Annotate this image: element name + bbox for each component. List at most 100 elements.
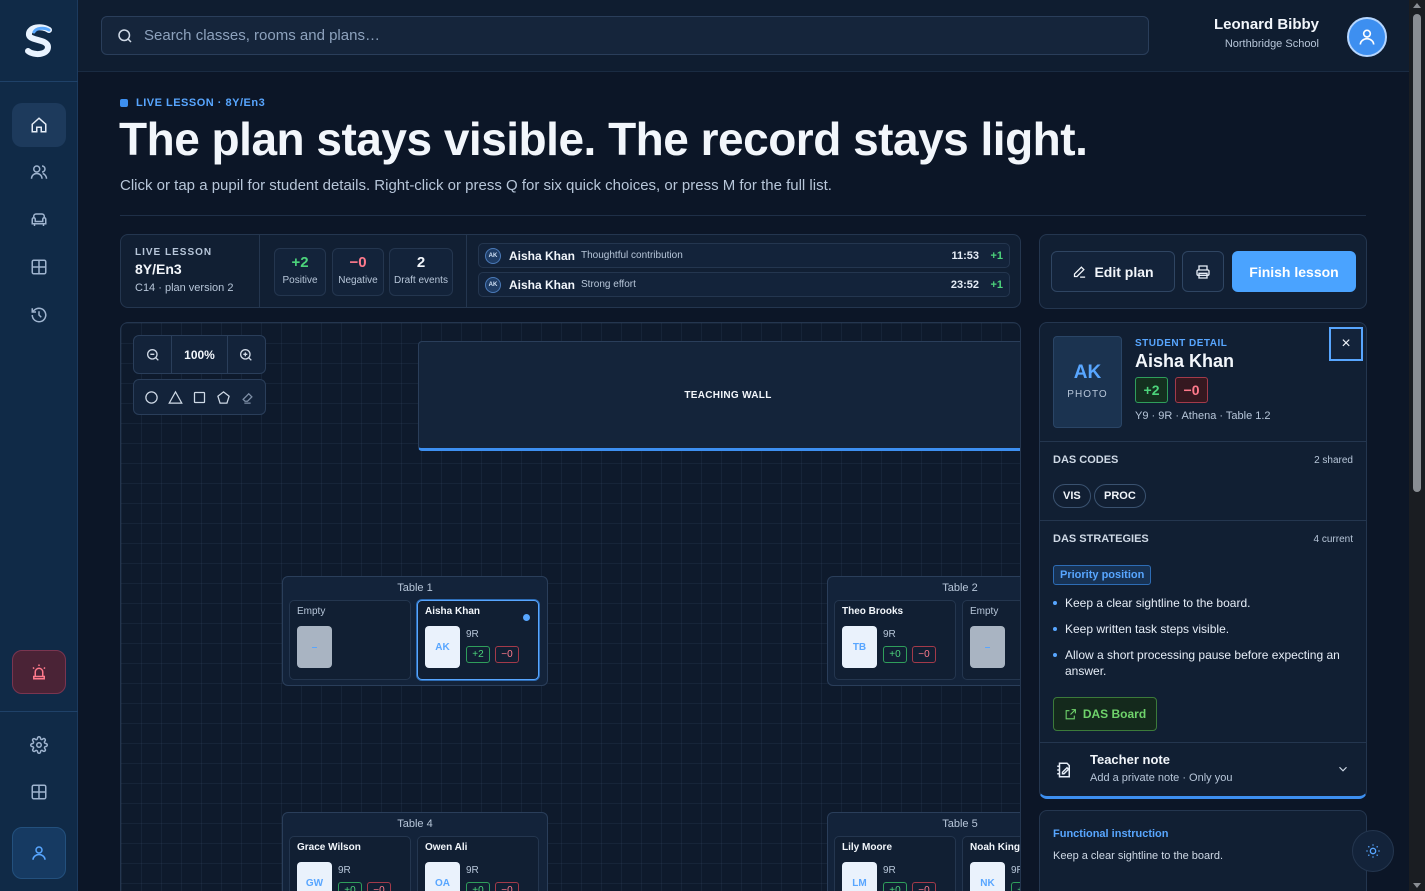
seat-photo: GW	[297, 862, 332, 891]
nav-rooms[interactable]	[12, 198, 66, 242]
table-group[interactable]: Table 1 Empty – Aisha Khan AK 9R +2 −0	[282, 576, 548, 686]
nav-profile[interactable]	[12, 827, 66, 879]
seat-name: Lily Moore	[842, 842, 893, 853]
app-logo[interactable]	[0, 0, 78, 82]
das-board-button[interactable]: DAS Board	[1053, 697, 1157, 731]
event-note: Strong effort	[581, 279, 636, 290]
nav-apps[interactable]	[12, 770, 66, 814]
seat-photo: LM	[842, 862, 877, 891]
seat-name: Owen Ali	[425, 842, 468, 853]
nav-alert[interactable]	[12, 650, 66, 694]
seat-positive[interactable]: +0	[883, 646, 907, 663]
seat-negative[interactable]: −0	[912, 882, 936, 891]
section-divider	[1040, 441, 1366, 442]
seat-group: 9R	[466, 865, 479, 876]
das-code-chip[interactable]: PROC	[1094, 484, 1146, 508]
scroll-up-arrow[interactable]	[1413, 3, 1421, 8]
print-button[interactable]	[1182, 251, 1224, 292]
table-name: Table 1	[397, 582, 433, 594]
event-row[interactable]: AK Aisha Khan Thoughtful contribution 11…	[478, 243, 1010, 268]
event-points: +1	[990, 249, 1003, 262]
seat-negative[interactable]: −0	[367, 882, 391, 891]
list-item: Keep written task steps visible.	[1053, 621, 1353, 637]
eraser-icon[interactable]	[240, 390, 255, 405]
zoom-level: 100%	[171, 336, 228, 373]
shape-toolbar	[133, 379, 266, 415]
table-name: Table 4	[397, 818, 433, 830]
negative-button[interactable]: −0	[1175, 377, 1208, 403]
theme-toggle-button[interactable]	[1352, 830, 1394, 872]
event-row[interactable]: AK Aisha Khan Strong effort 23:52 +1	[478, 272, 1010, 297]
das-code-chip[interactable]: VIS	[1053, 484, 1091, 508]
pentagon-shape-icon[interactable]	[216, 390, 231, 405]
page-subtitle: Click or tap a pupil for student details…	[120, 177, 832, 194]
seat-student[interactable]: Grace Wilson GW 9R +0 −0	[289, 836, 411, 891]
table-group[interactable]: Table 2 Theo Brooks TB 9R +0 −0 Empty –	[827, 576, 1020, 686]
strip-divider	[259, 235, 260, 307]
user-school: Northbridge School	[1224, 38, 1319, 50]
avatar[interactable]	[1347, 17, 1387, 57]
edit-plan-button[interactable]: Edit plan	[1051, 251, 1175, 292]
event-student: Aisha Khan	[509, 248, 576, 263]
seat-negative[interactable]: −0	[912, 646, 936, 663]
scroll-down-arrow[interactable]	[1413, 883, 1421, 888]
seat-student[interactable]: Lily Moore LM 9R +0 −0	[834, 836, 956, 891]
siren-icon	[32, 664, 46, 680]
nav-home[interactable]	[12, 103, 66, 147]
zoom-in-button[interactable]	[228, 336, 265, 373]
seat-positive[interactable]: +2	[466, 646, 490, 663]
scroll-thumb[interactable]	[1413, 14, 1421, 492]
seat-positive[interactable]: +0	[466, 882, 490, 891]
seating-canvas[interactable]: 100% TEACHING WALL Table 1 Empty – Aisha…	[120, 322, 1021, 891]
seat-positive[interactable]: +0	[1011, 882, 1020, 891]
teacher-note-title[interactable]: Teacher note	[1090, 752, 1170, 767]
stat-label: Negative	[338, 275, 378, 286]
search-input[interactable]: Search classes, rooms and plans…	[101, 16, 1149, 55]
circle-shape-icon[interactable]	[144, 390, 159, 405]
seat-student[interactable]: Owen Ali OA 9R +0 −0	[417, 836, 539, 891]
square-shape-icon[interactable]	[192, 390, 207, 405]
positive-button[interactable]: +2	[1135, 377, 1168, 403]
lesson-actions: Edit plan Finish lesson	[1039, 234, 1367, 309]
close-button[interactable]: ×	[1329, 327, 1363, 361]
list-item: Keep a clear sightline to the board.	[1053, 595, 1353, 611]
seat-group: 9R	[466, 629, 479, 640]
nav-history[interactable]	[12, 293, 66, 337]
nav-people[interactable]	[12, 150, 66, 194]
seat-student[interactable]: Aisha Khan AK 9R +2 −0	[417, 600, 539, 680]
event-note: Thoughtful contribution	[581, 250, 683, 261]
seat-empty[interactable]: Empty –	[962, 600, 1020, 680]
triangle-shape-icon[interactable]	[168, 390, 183, 405]
event-list: AK Aisha Khan Thoughtful contribution 11…	[478, 243, 1010, 301]
seat-group: 9R	[338, 865, 351, 876]
seat-positive[interactable]: +0	[338, 882, 362, 891]
table-name: Table 2	[942, 582, 978, 594]
teaching-wall: TEACHING WALL	[418, 341, 1020, 451]
nav-settings[interactable]	[12, 723, 66, 767]
seat-negative[interactable]: −0	[495, 882, 519, 891]
stat-value: −0	[349, 254, 367, 271]
page-scrollbar[interactable]	[1409, 0, 1425, 891]
pencil-icon	[1074, 266, 1086, 278]
seat-student[interactable]: Theo Brooks TB 9R +0 −0	[834, 600, 956, 680]
sidebar	[0, 0, 78, 891]
event-student: Aisha Khan	[509, 277, 576, 292]
das-strategies-heading: DAS STRATEGIES	[1053, 533, 1149, 545]
table-group[interactable]: Table 4 Grace Wilson GW 9R +0 −0 Owen Al…	[282, 812, 548, 891]
seat-empty[interactable]: Empty –	[289, 600, 411, 680]
das-strategies-count: 4 current	[1313, 534, 1353, 545]
seat-negative[interactable]: −0	[495, 646, 519, 663]
seat-name: Grace Wilson	[297, 842, 361, 853]
finish-lesson-button[interactable]: Finish lesson	[1232, 251, 1356, 292]
nav-layouts[interactable]	[12, 245, 66, 289]
logo-icon	[25, 23, 52, 57]
seat-positive[interactable]: +0	[883, 882, 907, 891]
lesson-plan: C14 · plan version 2	[135, 282, 234, 294]
table-group[interactable]: Table 5 Lily Moore LM 9R +0 −0 Noah King…	[827, 812, 1020, 891]
zoom-out-button[interactable]	[134, 336, 171, 373]
student-meta: Y9 · 9R · Athena · Table 1.2	[1135, 410, 1271, 422]
seat-student[interactable]: Noah King NK 9R +0 −0	[962, 836, 1020, 891]
seat-photo: –	[970, 626, 1005, 668]
chevron-down-icon[interactable]	[1336, 762, 1350, 781]
page-title: The plan stays visible. The record stays…	[119, 113, 1088, 165]
